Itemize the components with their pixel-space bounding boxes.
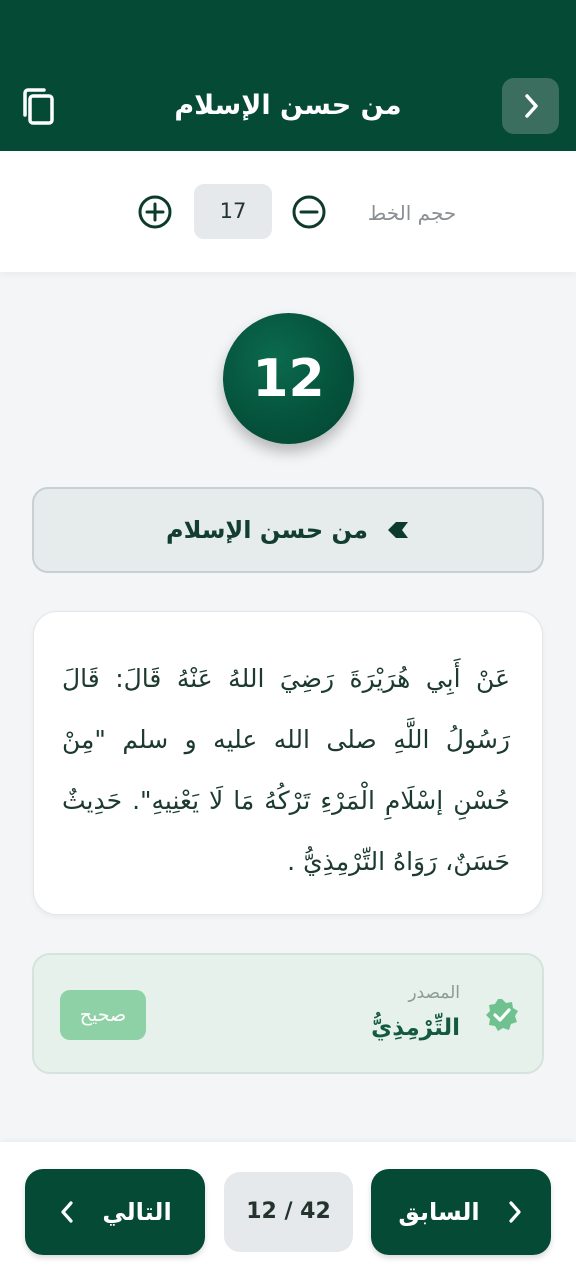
chevron-left-icon xyxy=(61,1201,73,1223)
app-header: من حسن الإسلام xyxy=(0,0,576,151)
previous-button[interactable]: السابق xyxy=(371,1169,551,1255)
previous-button-label: السابق xyxy=(398,1198,480,1226)
page-indicator: 12 / 42 xyxy=(224,1172,353,1252)
next-button-label: التالي xyxy=(102,1198,172,1226)
font-size-value: 17 xyxy=(194,184,272,239)
plus-circle-icon xyxy=(138,195,172,229)
chevron-right-icon xyxy=(509,1201,521,1223)
hadith-text: عَنْ أَبِي هُرَيْرَةَ رَضِيَ اللهُ عَنْه… xyxy=(62,664,510,876)
hadith-title: من حسن الإسلام xyxy=(166,516,368,544)
source-name: التِّرْمِذِيُّ xyxy=(371,1015,460,1041)
hadith-number-badge: 12 xyxy=(223,313,354,444)
decrease-font-button[interactable] xyxy=(291,194,327,230)
hadith-title-card: من حسن الإسلام xyxy=(32,487,544,573)
source-card: صحيح المصدر التِّرْمِذِيُّ xyxy=(32,953,544,1074)
back-button[interactable] xyxy=(502,78,559,134)
page-indicator-text: 12 / 42 xyxy=(246,1199,331,1224)
hadith-text-card: عَنْ أَبِي هُرَيْرَةَ رَضِيَ اللهُ عَنْه… xyxy=(33,611,543,915)
font-size-label: حجم الخط xyxy=(367,201,457,225)
bookmark-arrow-icon xyxy=(388,522,408,538)
next-button[interactable]: التالي xyxy=(25,1169,205,1255)
increase-font-button[interactable] xyxy=(137,194,173,230)
font-size-bar: حجم الخط xyxy=(0,151,576,272)
page-title: من حسن الإسلام xyxy=(174,90,402,121)
source-label: المصدر xyxy=(408,983,460,1003)
grade-badge: صحيح xyxy=(60,990,146,1040)
verified-check-icon xyxy=(486,999,518,1031)
chevron-right-icon xyxy=(524,94,538,118)
minus-circle-icon xyxy=(292,195,326,229)
